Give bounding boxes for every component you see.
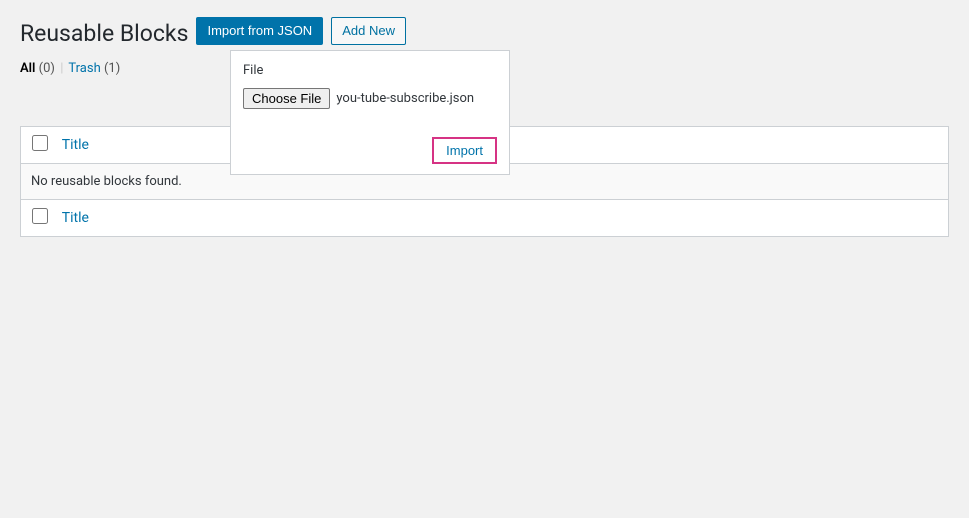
- filter-all[interactable]: All (0): [20, 61, 58, 76]
- select-all-header: [21, 127, 52, 164]
- filter-separator: |: [60, 61, 63, 76]
- import-button[interactable]: Import: [432, 137, 497, 164]
- title-column-sort[interactable]: Title: [62, 137, 89, 153]
- select-all-checkbox-top[interactable]: [32, 135, 48, 151]
- filter-trash-count: (1): [104, 61, 120, 76]
- choose-file-button[interactable]: Choose File: [243, 88, 330, 109]
- import-file-label: File: [243, 63, 497, 78]
- filter-all-label: All: [20, 61, 35, 76]
- import-from-json-button[interactable]: Import from JSON: [196, 17, 323, 45]
- filter-all-count: (0): [39, 61, 55, 76]
- page-title: Reusable Blocks: [20, 10, 188, 53]
- import-panel: File Choose File you-tube-subscribe.json…: [230, 50, 510, 175]
- title-column-footer: Title: [52, 199, 948, 236]
- select-all-checkbox-bottom[interactable]: [32, 208, 48, 224]
- import-panel-footer: Import: [243, 137, 497, 164]
- filter-trash[interactable]: Trash (1): [68, 61, 120, 76]
- add-new-button[interactable]: Add New: [331, 17, 406, 45]
- page-header: Reusable Blocks Import from JSON Add New: [20, 10, 949, 53]
- file-input-row: Choose File you-tube-subscribe.json: [243, 88, 497, 109]
- title-column-sort-footer[interactable]: Title: [62, 210, 89, 226]
- selected-filename: you-tube-subscribe.json: [336, 91, 474, 106]
- filter-trash-label: Trash: [68, 61, 100, 76]
- select-all-footer: [21, 199, 52, 236]
